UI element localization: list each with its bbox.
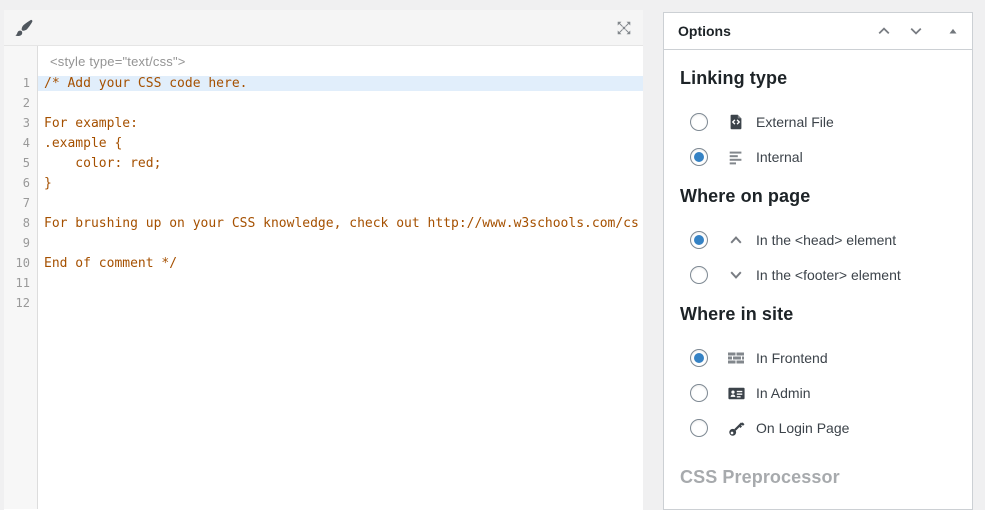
bricks-icon: [726, 348, 746, 368]
brush-icon: [14, 18, 34, 38]
align-left-icon: [726, 147, 746, 167]
radio-button[interactable]: [690, 419, 708, 437]
radio-option[interactable]: In the <head> element: [690, 227, 956, 253]
line-number: 10: [4, 256, 38, 270]
radio-button[interactable]: [690, 113, 708, 131]
radio-option[interactable]: In the <footer> element: [690, 262, 956, 288]
line-text: .example {: [38, 136, 643, 151]
option-label: In Admin: [756, 385, 810, 401]
editor-line[interactable]: 11: [4, 273, 643, 293]
options-panel-header[interactable]: Options: [664, 13, 972, 50]
css-code-editor: <style type="text/css"> 1 /* Add your CS…: [4, 10, 643, 510]
section-heading: Where on page: [680, 186, 956, 207]
radio-button[interactable]: [690, 266, 708, 284]
chevron-up-icon: [726, 230, 746, 250]
line-number: 5: [4, 156, 38, 170]
editor-line[interactable]: 9: [4, 233, 643, 253]
move-up-icon[interactable]: [876, 23, 892, 39]
editor-line[interactable]: 2: [4, 93, 643, 113]
editor-line[interactable]: 10 End of comment */: [4, 253, 643, 273]
line-number: 12: [4, 296, 38, 310]
options-panel-body: Linking type External File Internal Wher…: [664, 50, 972, 488]
options-section: Where in site In Frontend In Admin On Lo…: [680, 304, 956, 441]
move-down-icon[interactable]: [908, 23, 924, 39]
radio-button[interactable]: [690, 148, 708, 166]
line-number: 9: [4, 236, 38, 250]
section-heading: Where in site: [680, 304, 956, 325]
fullscreen-icon[interactable]: [615, 19, 633, 37]
editor-line[interactable]: 3 For example:: [4, 113, 643, 133]
css-preprocessor-heading: CSS Preprocessor: [680, 467, 956, 488]
editor-line[interactable]: 8 For brushing up on your CSS knowledge,…: [4, 213, 643, 233]
options-section: Where on page In the <head> element In t…: [680, 186, 956, 288]
chevron-down-icon: [726, 265, 746, 285]
editor-line[interactable]: 4 .example {: [4, 133, 643, 153]
style-tag-label: <style type="text/css">: [4, 46, 643, 73]
id-card-icon: [726, 383, 746, 403]
radio-option[interactable]: In Admin: [690, 380, 956, 406]
option-label: In the <footer> element: [756, 267, 901, 283]
line-number: 1: [4, 76, 38, 90]
editor-toolbar: [4, 10, 643, 46]
editor-line[interactable]: 6 }: [4, 173, 643, 193]
line-text: End of comment */: [38, 256, 643, 271]
options-panel-title: Options: [678, 23, 731, 39]
code-lines: 1 /* Add your CSS code here. 2 3 For exa…: [4, 73, 643, 313]
section-heading: Linking type: [680, 68, 956, 89]
option-label: Internal: [756, 149, 803, 165]
line-number: 3: [4, 116, 38, 130]
key-icon: [726, 418, 746, 438]
line-text: color: red;: [38, 156, 643, 171]
code-file-icon: [726, 112, 746, 132]
toggle-panel-icon[interactable]: [946, 24, 960, 38]
code-area[interactable]: <style type="text/css"> 1 /* Add your CS…: [4, 46, 643, 509]
options-panel: Options Linking type External File Inter…: [663, 12, 973, 510]
option-label: In Frontend: [756, 350, 828, 366]
option-label: In the <head> element: [756, 232, 896, 248]
radio-button[interactable]: [690, 349, 708, 367]
editor-line[interactable]: 5 color: red;: [4, 153, 643, 173]
radio-option[interactable]: Internal: [690, 144, 956, 170]
line-number: 2: [4, 96, 38, 110]
option-label: External File: [756, 114, 834, 130]
line-number: 11: [4, 276, 38, 290]
radio-option[interactable]: In Frontend: [690, 345, 956, 371]
line-number: 8: [4, 216, 38, 230]
options-section: Linking type External File Internal: [680, 68, 956, 170]
line-number: 7: [4, 196, 38, 210]
editor-line[interactable]: 1 /* Add your CSS code here.: [4, 73, 643, 93]
line-text: For example:: [38, 116, 643, 131]
radio-option[interactable]: External File: [690, 109, 956, 135]
editor-line[interactable]: 7: [4, 193, 643, 213]
line-text: For brushing up on your CSS knowledge, c…: [38, 216, 643, 231]
line-number: 4: [4, 136, 38, 150]
option-label: On Login Page: [756, 420, 849, 436]
line-text: }: [38, 176, 643, 191]
line-number: 6: [4, 176, 38, 190]
radio-button[interactable]: [690, 384, 708, 402]
line-text: /* Add your CSS code here.: [38, 76, 643, 91]
editor-line[interactable]: 12: [4, 293, 643, 313]
radio-button[interactable]: [690, 231, 708, 249]
radio-option[interactable]: On Login Page: [690, 415, 956, 441]
